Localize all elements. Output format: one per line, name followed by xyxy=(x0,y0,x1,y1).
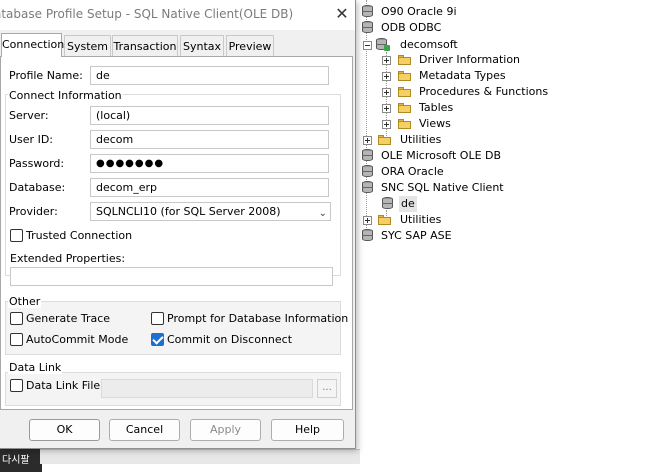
database-icon xyxy=(382,197,393,210)
tab-preview[interactable]: Preview xyxy=(226,35,274,56)
userid-label: User ID: xyxy=(9,133,53,146)
cancel-button[interactable]: Cancel xyxy=(109,419,180,441)
taskbar-fragment: 다시팔 xyxy=(0,449,42,472)
trusted-connection-label: Trusted Connection xyxy=(26,229,133,242)
userid-input[interactable]: decom xyxy=(90,130,329,149)
tab-system[interactable]: System xyxy=(64,35,111,56)
provider-label: Provider: xyxy=(9,205,58,218)
commit-on-disconnect-checkbox[interactable] xyxy=(151,333,164,346)
password-label: Password: xyxy=(9,157,65,170)
collapse-icon[interactable] xyxy=(363,41,372,50)
chevron-down-icon: ⌄ xyxy=(318,208,327,219)
profile-name-input[interactable]: de xyxy=(90,66,329,85)
help-button[interactable]: Help xyxy=(271,419,344,441)
expand-icon[interactable] xyxy=(363,136,372,145)
expand-icon[interactable] xyxy=(382,72,391,81)
profile-name-label: Profile Name: xyxy=(9,69,83,82)
tree-guide-line xyxy=(366,0,367,236)
provider-value: SQLNCLI10 (for SQL Server 2008) xyxy=(96,205,281,218)
database-icon xyxy=(362,5,373,18)
folder-icon xyxy=(398,87,411,97)
autocommit-checkbox[interactable] xyxy=(10,333,23,346)
extended-properties-input[interactable] xyxy=(10,267,333,286)
database-input[interactable]: decom_erp xyxy=(90,178,329,197)
data-link-group-title: Data Link xyxy=(8,361,63,374)
other-group xyxy=(5,301,341,355)
trusted-connection-checkbox[interactable] xyxy=(10,229,23,242)
dialog-title: atabase Profile Setup - SQL Native Clien… xyxy=(0,7,294,21)
database-icon xyxy=(362,181,373,194)
autocommit-label: AutoCommit Mode xyxy=(26,333,129,346)
expand-icon[interactable] xyxy=(382,120,391,129)
data-link-file-checkbox[interactable] xyxy=(10,379,23,392)
folder-icon xyxy=(378,135,391,145)
database-profile-setup-dialog: atabase Profile Setup - SQL Native Clien… xyxy=(0,0,356,449)
folder-icon xyxy=(378,215,391,225)
database-icon xyxy=(362,229,373,242)
prompt-db-info-label: Prompt for Database Information xyxy=(167,312,349,325)
expand-icon[interactable] xyxy=(382,56,391,65)
folder-icon xyxy=(398,103,411,113)
tab-syntax[interactable]: Syntax xyxy=(180,35,224,56)
tab-transaction[interactable]: Transaction xyxy=(112,35,178,56)
tab-connection[interactable]: Connection xyxy=(1,33,64,57)
browse-button: ... xyxy=(317,379,337,398)
extended-properties-label: Extended Properties: xyxy=(10,252,126,265)
data-link-file-input xyxy=(101,379,313,398)
folder-icon xyxy=(398,119,411,129)
database-icon xyxy=(362,165,373,178)
expand-icon[interactable] xyxy=(382,88,391,97)
provider-select[interactable]: SQLNCLI10 (for SQL Server 2008) ⌄ xyxy=(90,202,331,221)
database-icon xyxy=(362,149,373,162)
data-link-file-label: Data Link File: xyxy=(26,379,104,392)
connect-information-title: Connect Information xyxy=(8,89,123,102)
database-icon xyxy=(362,21,373,34)
server-input[interactable]: (local) xyxy=(90,106,329,125)
generate-trace-label: Generate Trace xyxy=(26,312,111,325)
password-input[interactable]: ●●●●●●● xyxy=(90,154,329,173)
apply-button[interactable]: Apply xyxy=(190,419,261,441)
expand-icon[interactable] xyxy=(382,104,391,113)
prompt-db-info-checkbox[interactable] xyxy=(151,312,164,325)
folder-icon xyxy=(398,71,411,81)
connected-badge-icon xyxy=(384,45,390,51)
ok-button[interactable]: OK xyxy=(29,419,100,441)
database-label: Database: xyxy=(9,181,66,194)
generate-trace-checkbox[interactable] xyxy=(10,312,23,325)
other-group-title: Other xyxy=(8,295,42,308)
folder-icon xyxy=(398,55,411,65)
close-icon[interactable]: ✕ xyxy=(333,5,351,23)
commit-on-disconnect-label: Commit on Disconnect xyxy=(167,333,293,346)
dialog-titlebar[interactable]: atabase Profile Setup - SQL Native Clien… xyxy=(0,0,355,30)
server-label: Server: xyxy=(9,109,49,122)
expand-icon[interactable] xyxy=(363,216,372,225)
horizontal-scrollbar[interactable] xyxy=(40,449,360,464)
